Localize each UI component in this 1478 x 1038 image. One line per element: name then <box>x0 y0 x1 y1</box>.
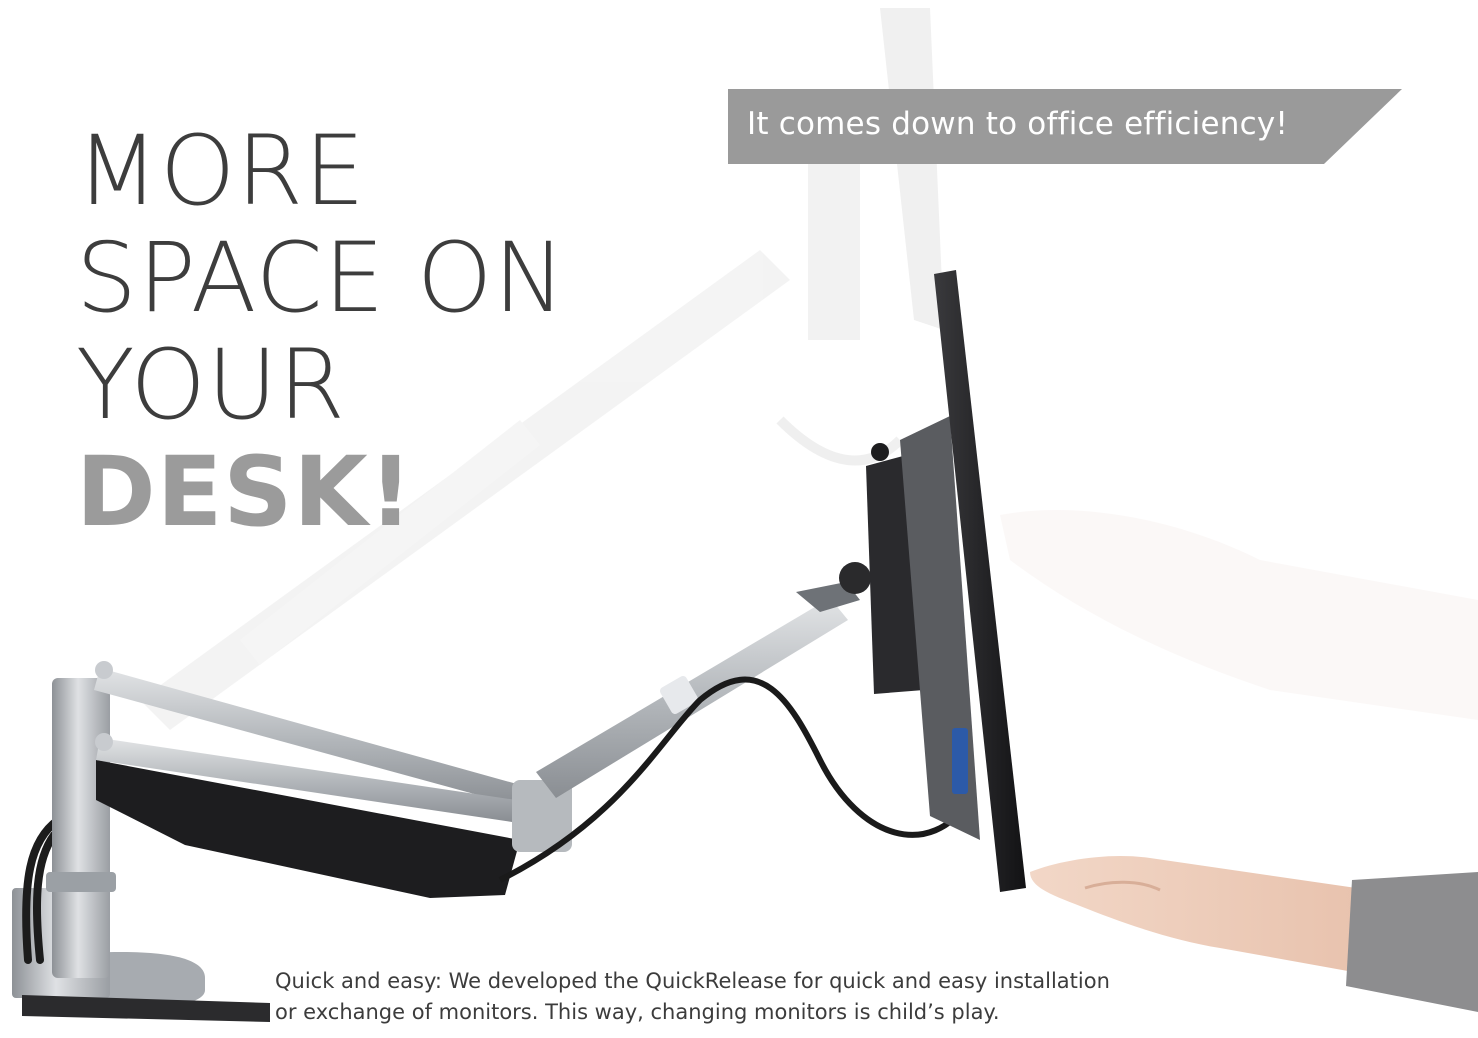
caption-line-1: Quick and easy: We developed the QuickRe… <box>275 969 1110 993</box>
headline-line-4: DESK! <box>76 436 414 548</box>
hand <box>1030 855 1370 975</box>
sleeve <box>1346 872 1478 1012</box>
tagline-banner: It comes down to office efficiency! <box>728 89 1402 164</box>
ghost-hand <box>1000 510 1478 720</box>
caption: Quick and easy: We developed the QuickRe… <box>275 966 1275 1028</box>
headline: MORE SPACE ON YOUR DESK! <box>76 118 566 546</box>
caption-line-2: or exchange of monitors. This way, chang… <box>275 1000 1000 1024</box>
blue-connector <box>952 728 968 794</box>
headline-line-2: SPACE ON <box>76 222 567 334</box>
headline-line-3: YOUR <box>76 329 346 441</box>
arm-pole <box>52 678 110 978</box>
tagline-text: It comes down to office efficiency! <box>747 106 1288 142</box>
desk-clamp <box>12 888 270 1022</box>
headline-line-1: MORE <box>76 115 366 227</box>
